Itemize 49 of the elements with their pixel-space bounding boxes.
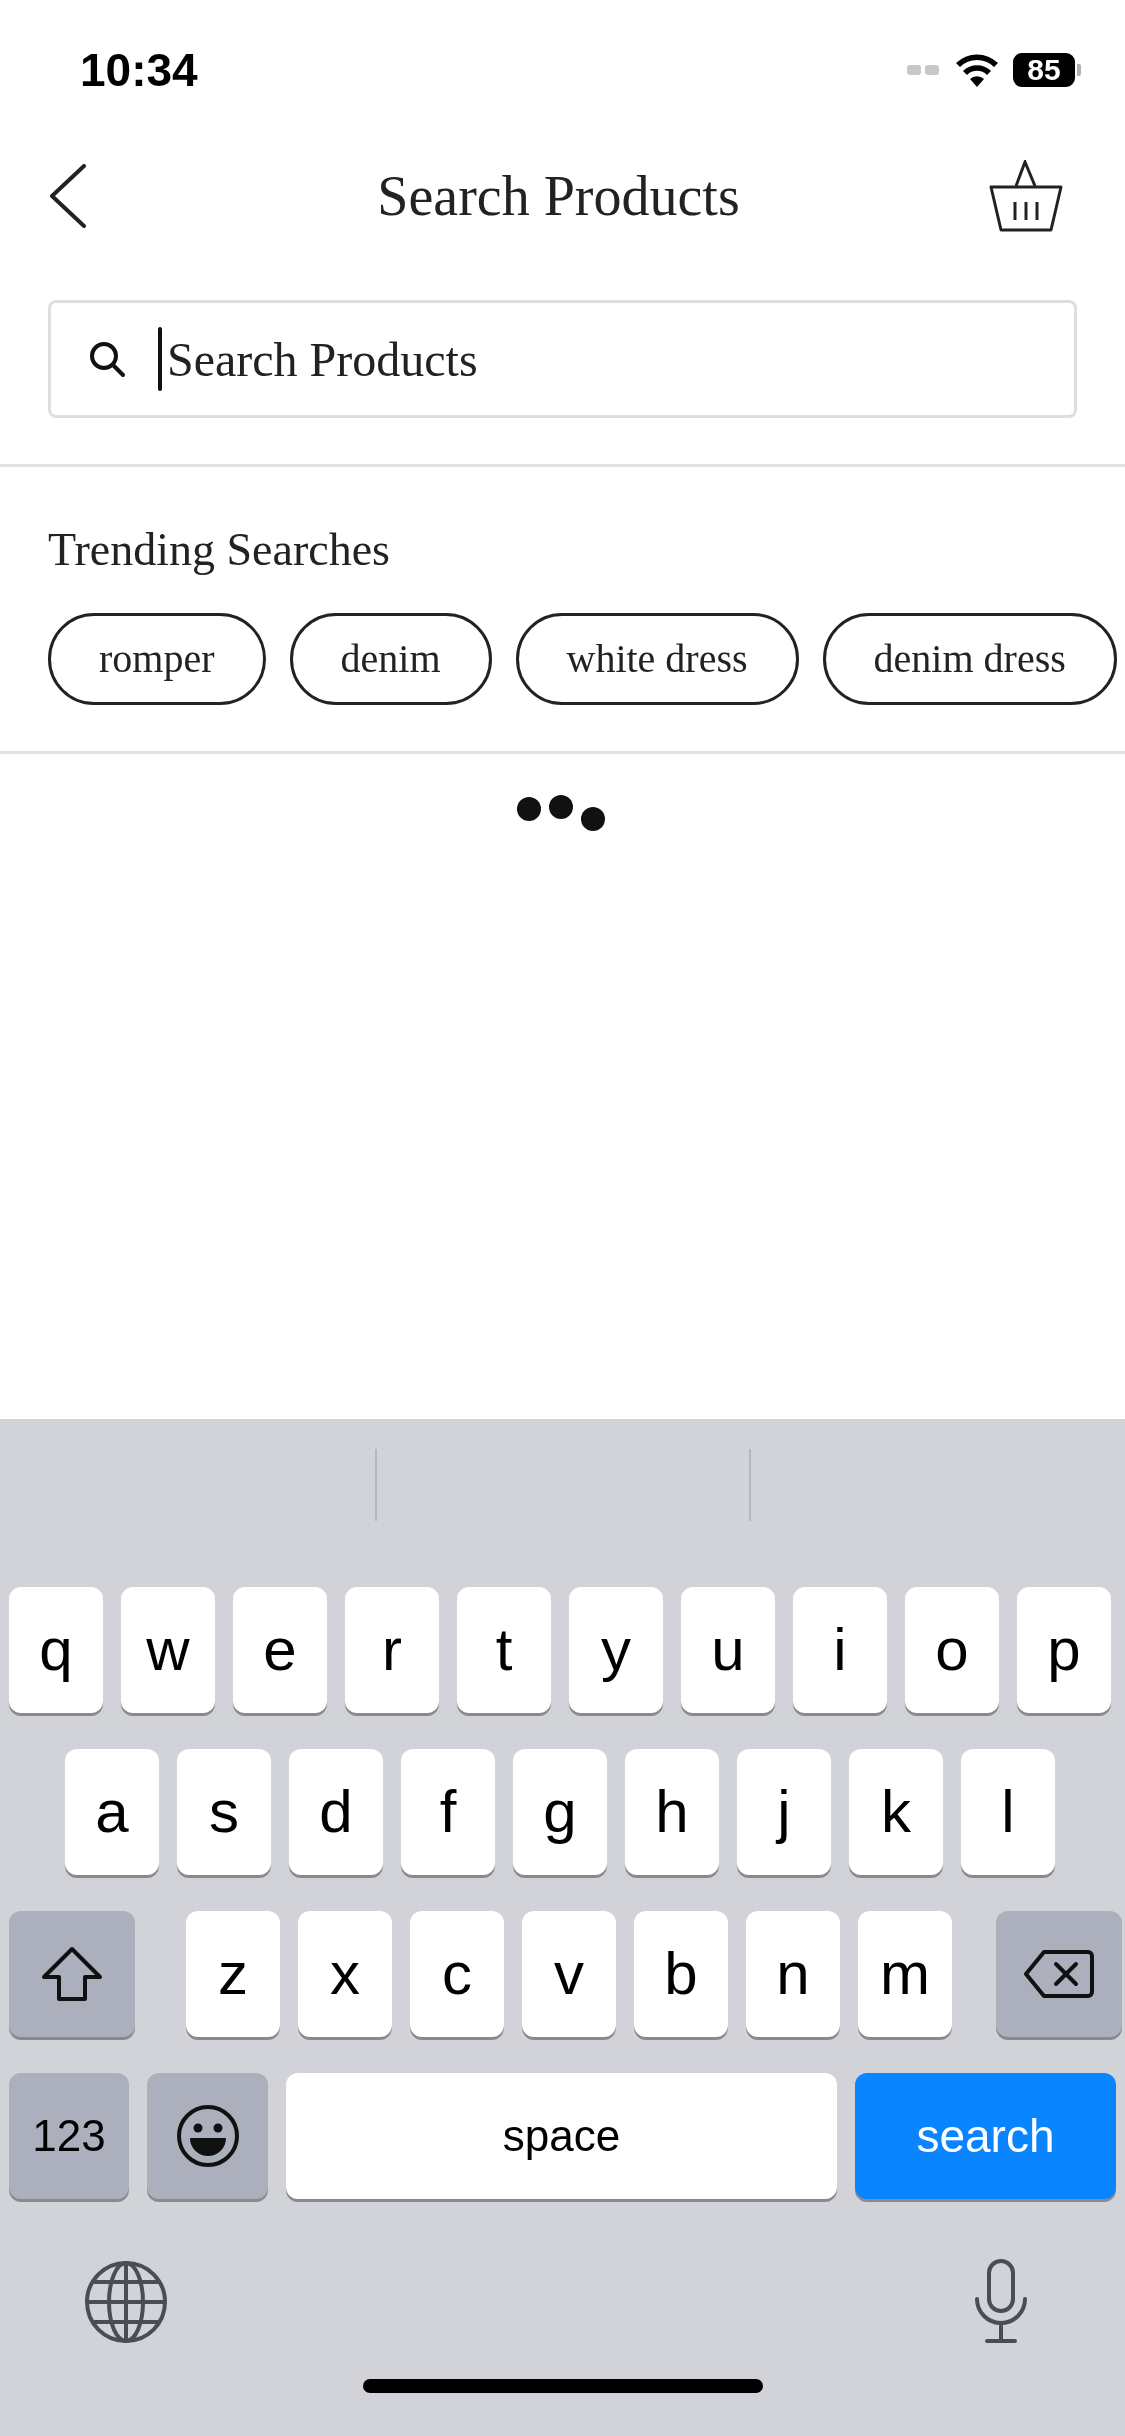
search-field[interactable]: Search Products	[48, 300, 1077, 418]
letter-key[interactable]: c	[410, 1911, 504, 2037]
letter-key[interactable]: h	[625, 1749, 719, 1875]
letter-key[interactable]: t	[457, 1587, 551, 1713]
letter-key[interactable]: n	[746, 1911, 840, 2037]
numbers-key[interactable]: 123	[9, 2073, 129, 2199]
letter-key[interactable]: u	[681, 1587, 775, 1713]
letter-key[interactable]: b	[634, 1911, 728, 2037]
basket-icon[interactable]	[989, 160, 1063, 232]
globe-icon[interactable]	[84, 2260, 168, 2344]
space-key[interactable]: space	[286, 2073, 837, 2199]
emoji-key[interactable]	[147, 2073, 268, 2199]
letter-key[interactable]: d	[289, 1749, 383, 1875]
trending-chip[interactable]: romper	[48, 613, 266, 705]
letter-key[interactable]: p	[1017, 1587, 1111, 1713]
letter-key[interactable]: v	[522, 1911, 616, 2037]
letter-key[interactable]: y	[569, 1587, 663, 1713]
delete-icon	[1024, 1949, 1094, 1999]
letter-key[interactable]: f	[401, 1749, 495, 1875]
section-title: Trending Searches	[48, 527, 391, 573]
delete-key[interactable]	[996, 1911, 1122, 2037]
letter-key[interactable]: g	[513, 1749, 607, 1875]
trending-chip[interactable]: denim	[289, 613, 492, 705]
letter-key[interactable]: w	[121, 1587, 215, 1713]
letter-key[interactable]: q	[9, 1587, 103, 1713]
search-icon	[88, 340, 126, 378]
letter-key[interactable]: k	[849, 1749, 943, 1875]
letter-key[interactable]: i	[793, 1587, 887, 1713]
letter-key[interactable]: j	[737, 1749, 831, 1875]
letter-key[interactable]: s	[177, 1749, 271, 1875]
emoji-icon	[175, 2104, 240, 2168]
letter-key[interactable]: o	[905, 1587, 999, 1713]
letter-key[interactable]: m	[858, 1911, 952, 2037]
back-icon[interactable]	[48, 164, 88, 228]
letter-key[interactable]: x	[298, 1911, 392, 2037]
shift-icon	[40, 1946, 104, 2002]
shift-key[interactable]	[9, 1911, 135, 2037]
trending-chip[interactable]: denim dress	[822, 613, 1117, 705]
search-key[interactable]: search	[855, 2073, 1116, 2199]
letter-key[interactable]: r	[345, 1587, 439, 1713]
signal-icon	[907, 64, 941, 76]
wifi-icon	[955, 53, 999, 87]
page-title: Search Products	[377, 164, 740, 229]
letter-key[interactable]: z	[186, 1911, 280, 2037]
letter-key[interactable]: l	[961, 1749, 1055, 1875]
trending-chip[interactable]: white dress	[515, 613, 799, 705]
letter-key[interactable]: e	[233, 1587, 327, 1713]
letter-key[interactable]: a	[65, 1749, 159, 1875]
status-time: 10:34	[80, 42, 198, 98]
